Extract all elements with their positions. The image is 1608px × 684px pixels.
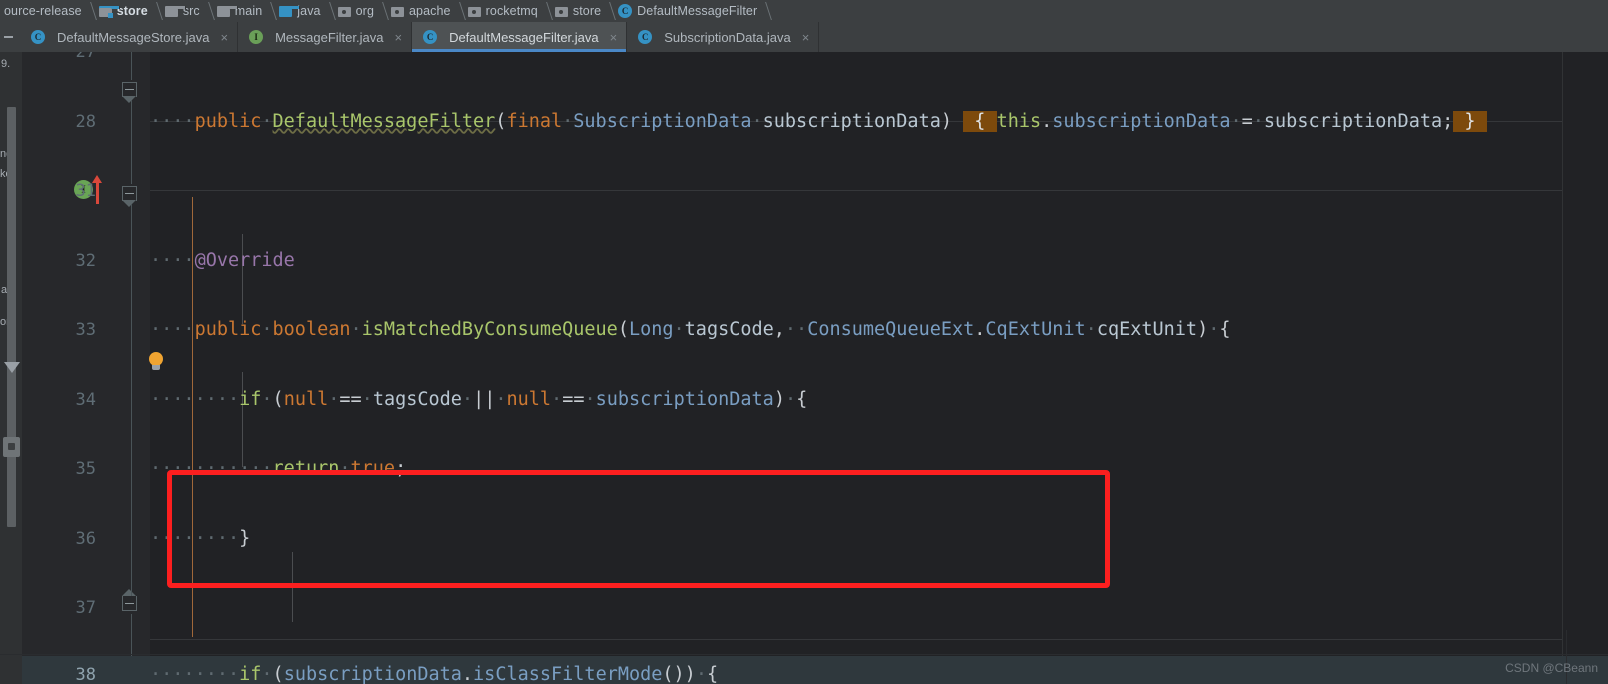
breadcrumb-item-org[interactable]: org — [334, 0, 376, 22]
member-separator — [150, 639, 1562, 640]
ide-window: ource-release store src main java org ap… — [0, 0, 1608, 684]
breadcrumb-item-main[interactable]: main — [213, 0, 265, 22]
breadcrumb-item-label: store — [116, 4, 148, 18]
tab-subscriptiondata-java[interactable]: C SubscriptionData.java × — [627, 22, 820, 52]
breadcrumb-item-label: apache — [409, 4, 451, 18]
breadcrumb-separator-icon — [202, 0, 213, 22]
editor-tab-bar: C DefaultMessageStore.java × I MessageFi… — [0, 22, 1608, 52]
package-icon — [554, 6, 568, 17]
code-line-33[interactable]: 33 ····public·boolean·isMatchedByConsume… — [22, 313, 1608, 348]
breadcrumb-item-store-module[interactable]: store — [95, 0, 150, 22]
class-icon: C — [618, 4, 633, 18]
tab-defaultmessagefilter-java[interactable]: C DefaultMessageFilter.java × — [412, 22, 628, 52]
breadcrumb-separator-icon — [264, 0, 275, 22]
watermark-divider — [0, 654, 1608, 655]
project-panel-scrollbar[interactable] — [7, 107, 16, 527]
code-text: ···········return·true; — [150, 458, 407, 479]
watermark-divider-vertical — [1566, 630, 1567, 684]
breadcrumb-item-src[interactable]: src — [161, 0, 202, 22]
tab-close-icon[interactable]: × — [220, 31, 228, 44]
folder-module-icon — [98, 5, 120, 18]
folder-icon — [164, 5, 186, 17]
tab-messagefilter-java[interactable]: I MessageFilter.java × — [238, 22, 413, 52]
interface-icon: I — [249, 30, 264, 44]
line-number: 35 — [75, 459, 96, 479]
project-panel-strip[interactable]: 9. nq ket a or — [0, 52, 22, 684]
breadcrumb-item-label: rocketmq — [485, 4, 538, 18]
code-line-36[interactable]: 36 ········} — [22, 522, 1608, 557]
chevron-down-icon[interactable] — [4, 362, 20, 373]
breadcrumb-item-label: main — [234, 4, 263, 18]
watermark-text: CSDN @CBeann — [1505, 661, 1598, 675]
line-number: 31 — [75, 181, 96, 201]
breadcrumb-separator-icon — [150, 0, 161, 22]
tab-close-icon[interactable]: × — [802, 31, 810, 44]
code-text: ····public·boolean·isMatchedByConsumeQue… — [150, 319, 1231, 340]
tab-close-icon[interactable]: × — [610, 31, 618, 44]
class-icon: C — [31, 30, 45, 44]
class-icon: C — [423, 30, 438, 44]
code-line-32[interactable]: 32 ····@Override — [22, 244, 1608, 279]
tab-label: SubscriptionData.java — [664, 29, 791, 45]
line-number: 33 — [75, 320, 96, 340]
breadcrumb-item-label: ource-release — [4, 4, 82, 18]
code-text: ········if·(subscriptionData.isClassFilt… — [150, 663, 719, 684]
tab-bar-collapse-icon[interactable] — [0, 22, 20, 52]
code-text: ········if·(null·==·tagsCode·||·null·==·… — [150, 388, 808, 410]
breadcrumb-item-label: DefaultMessageFilter — [637, 4, 758, 18]
tab-label: DefaultMessageStore.java — [57, 29, 210, 45]
line-number: 37 — [75, 598, 96, 618]
breadcrumb-item-label: store — [572, 4, 602, 18]
code-line-27[interactable]: 27 — [22, 52, 1608, 70]
breadcrumb-separator-icon — [376, 0, 387, 22]
tab-close-icon[interactable]: × — [394, 31, 402, 44]
line-number: 34 — [75, 389, 96, 410]
package-icon — [337, 6, 351, 17]
breadcrumb-item-rocketmq[interactable]: rocketmq — [464, 0, 540, 22]
tab-defaultmessagestore-java[interactable]: C DefaultMessageStore.java × — [20, 22, 239, 52]
breadcrumb-separator-icon — [323, 0, 334, 22]
tab-label: MessageFilter.java — [275, 29, 384, 45]
code-text: ····public·DefaultMessageFilter(final·Su… — [150, 110, 1487, 132]
breadcrumb-separator-icon — [759, 0, 770, 22]
package-icon — [391, 6, 404, 17]
breadcrumb-separator-icon — [540, 0, 551, 22]
breadcrumb-separator-icon — [453, 0, 464, 22]
line-number: 32 — [75, 250, 96, 271]
breadcrumb-item-java[interactable]: java — [275, 0, 322, 22]
code-line-34[interactable]: 34 ········if·(null·==·tagsCode·||·null·… — [22, 383, 1608, 418]
breadcrumb: ource-release store src main java org ap… — [0, 0, 1608, 22]
project-tree-fragment: 9. — [1, 58, 11, 70]
project-panel-drag-handle[interactable] — [3, 437, 20, 457]
class-icon: C — [638, 30, 653, 44]
tab-bar-empty-space — [819, 22, 1608, 52]
breadcrumb-item-store-package[interactable]: store — [551, 0, 603, 22]
code-line-28[interactable]: 28 ····public·DefaultMessageFilter(final… — [22, 105, 1608, 140]
intention-bulb-icon[interactable] — [148, 352, 164, 372]
breadcrumb-separator-icon — [84, 0, 95, 22]
code-text: ····@Override — [150, 249, 295, 271]
folder-sources-icon — [279, 5, 301, 17]
breadcrumb-item-apache[interactable]: apache — [387, 0, 453, 22]
code-content[interactable]: I 27 28 ····public·DefaultMessageFilter(… — [22, 52, 1608, 684]
fold-marker-collapse[interactable] — [120, 80, 140, 103]
folder-icon — [216, 5, 238, 17]
breadcrumb-item-source-release[interactable]: ource-release — [0, 0, 84, 22]
line-number: 28 — [75, 111, 96, 132]
package-icon — [467, 6, 481, 17]
breadcrumb-item-label: org — [355, 4, 374, 18]
tab-label: DefaultMessageFilter.java — [449, 29, 599, 45]
code-editor[interactable]: I 27 28 ····public·DefaultMessageFilter(… — [22, 52, 1608, 684]
code-line-35[interactable]: 35 ···········return·true; — [22, 452, 1608, 487]
code-line-38[interactable]: 38 ········if·(subscriptionData.isClassF… — [22, 655, 1608, 684]
breadcrumb-item-defaultmessagefilter[interactable]: C DefaultMessageFilter — [614, 0, 759, 22]
code-line-37[interactable]: 37 — [22, 591, 1608, 626]
line-number: 36 — [75, 528, 96, 549]
breadcrumb-separator-icon — [603, 0, 614, 22]
breadcrumb-item-label: java — [297, 4, 321, 18]
line-number: 38 — [75, 664, 96, 684]
code-text: ········} — [150, 527, 251, 549]
code-line-31[interactable]: 31 — [22, 174, 1608, 209]
line-number: 27 — [75, 52, 96, 62]
